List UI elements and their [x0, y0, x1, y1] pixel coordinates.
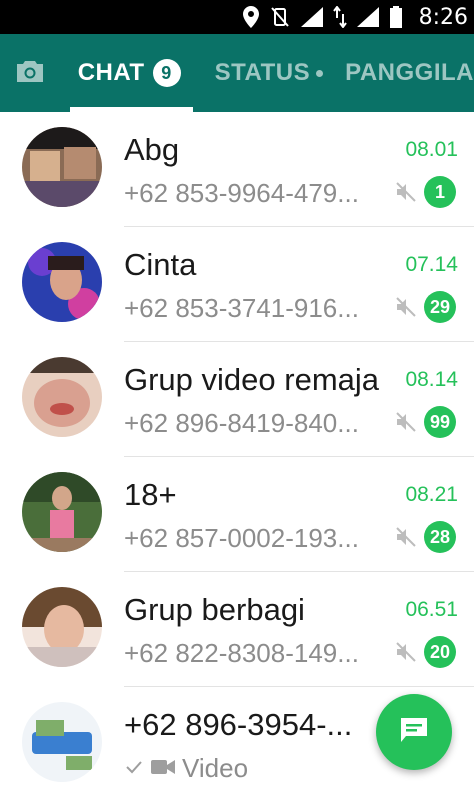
- unread-badge: 29: [424, 291, 456, 323]
- mute-icon: [394, 640, 418, 664]
- chat-preview: +62 896-8419-840...: [124, 408, 359, 438]
- tab-status-label: STATUS: [214, 59, 311, 86]
- chat-preview: +62 853-9964-479...: [124, 178, 359, 208]
- status-update-dot: [316, 69, 324, 77]
- tab-calls-label: PANGGILA: [345, 59, 474, 86]
- chat-name: Abg: [124, 132, 180, 167]
- tab-status[interactable]: STATUS: [214, 34, 324, 112]
- chat-row-content: Grup video remaja 08.14 +62 896-8419-840…: [124, 342, 474, 457]
- unread-badge: 1: [424, 176, 456, 208]
- chat-name: Grup berbagi: [124, 592, 305, 627]
- videocam-icon: [150, 753, 176, 784]
- chat-row[interactable]: 18+ 08.21 +62 857-0002-193... 28: [0, 457, 474, 572]
- signal-icon: [300, 7, 323, 27]
- unread-badge: 20: [424, 636, 456, 668]
- tab-camera[interactable]: [0, 34, 60, 112]
- chat-name: Cinta: [124, 247, 197, 282]
- chat-name: +62 896-3954-...: [124, 707, 353, 742]
- data-transfer-icon: [332, 6, 347, 28]
- chat-name: 18+: [124, 477, 177, 512]
- location-icon: [242, 6, 259, 28]
- chat-time: 06.51: [405, 598, 458, 621]
- chat-row[interactable]: Grup video remaja 08.14 +62 896-8419-840…: [0, 342, 474, 457]
- chat-list: Abg 08.01 +62 853-9964-479... 1 Cinta 07…: [0, 112, 474, 794]
- mute-icon: [394, 180, 418, 204]
- tab-chat-label: CHAT: [77, 59, 145, 86]
- new-chat-icon: [398, 716, 430, 749]
- battery-icon: [389, 6, 403, 28]
- avatar[interactable]: [22, 357, 102, 437]
- chat-count-badge: 9: [152, 59, 181, 87]
- chat-preview-text: Video: [182, 753, 249, 783]
- avatar[interactable]: [22, 472, 102, 552]
- chat-name: Grup video remaja: [124, 362, 380, 397]
- camera-icon: [15, 59, 45, 88]
- avatar[interactable]: [22, 242, 102, 322]
- chat-preview: +62 853-3741-916...: [124, 293, 359, 323]
- chat-row-content: 18+ 08.21 +62 857-0002-193... 28: [124, 457, 474, 572]
- status-clock: 8:26: [418, 4, 468, 30]
- mute-icon: [394, 410, 418, 434]
- chat-row-content: Grup berbagi 06.51 +62 822-8308-149... 2…: [124, 572, 474, 687]
- unread-badge: 28: [424, 521, 456, 553]
- tab-chat[interactable]: CHAT 9: [66, 34, 193, 112]
- tab-bar: CHAT 9 STATUS PANGGILA: [0, 34, 474, 112]
- mute-icon: [394, 295, 418, 319]
- chat-time: 07.14: [405, 253, 458, 276]
- vibrate-off-icon: [269, 6, 291, 28]
- chat-preview: +62 822-8308-149...: [124, 638, 359, 668]
- new-chat-button[interactable]: [376, 694, 452, 770]
- chat-row-content: Abg 08.01 +62 853-9964-479... 1: [124, 112, 474, 227]
- chat-row-content: Cinta 07.14 +62 853-3741-916... 29: [124, 227, 474, 342]
- mute-icon: [394, 525, 418, 549]
- chat-row[interactable]: Cinta 07.14 +62 853-3741-916... 29: [0, 227, 474, 342]
- check-icon: [124, 753, 144, 784]
- avatar[interactable]: [22, 702, 102, 782]
- chat-row[interactable]: Abg 08.01 +62 853-9964-479... 1: [0, 112, 474, 227]
- chat-preview: Video: [124, 753, 248, 784]
- chat-time: 08.14: [405, 368, 458, 391]
- chat-time: 08.21: [405, 483, 458, 506]
- chat-time: 08.01: [405, 138, 458, 161]
- signal-2-icon: [356, 7, 379, 27]
- chat-preview: +62 857-0002-193...: [124, 523, 359, 553]
- avatar[interactable]: [22, 127, 102, 207]
- status-bar: 8:26: [0, 0, 474, 34]
- unread-badge: 99: [424, 406, 456, 438]
- tab-calls[interactable]: PANGGILA: [345, 34, 474, 112]
- chat-row[interactable]: Grup berbagi 06.51 +62 822-8308-149... 2…: [0, 572, 474, 687]
- avatar[interactable]: [22, 587, 102, 667]
